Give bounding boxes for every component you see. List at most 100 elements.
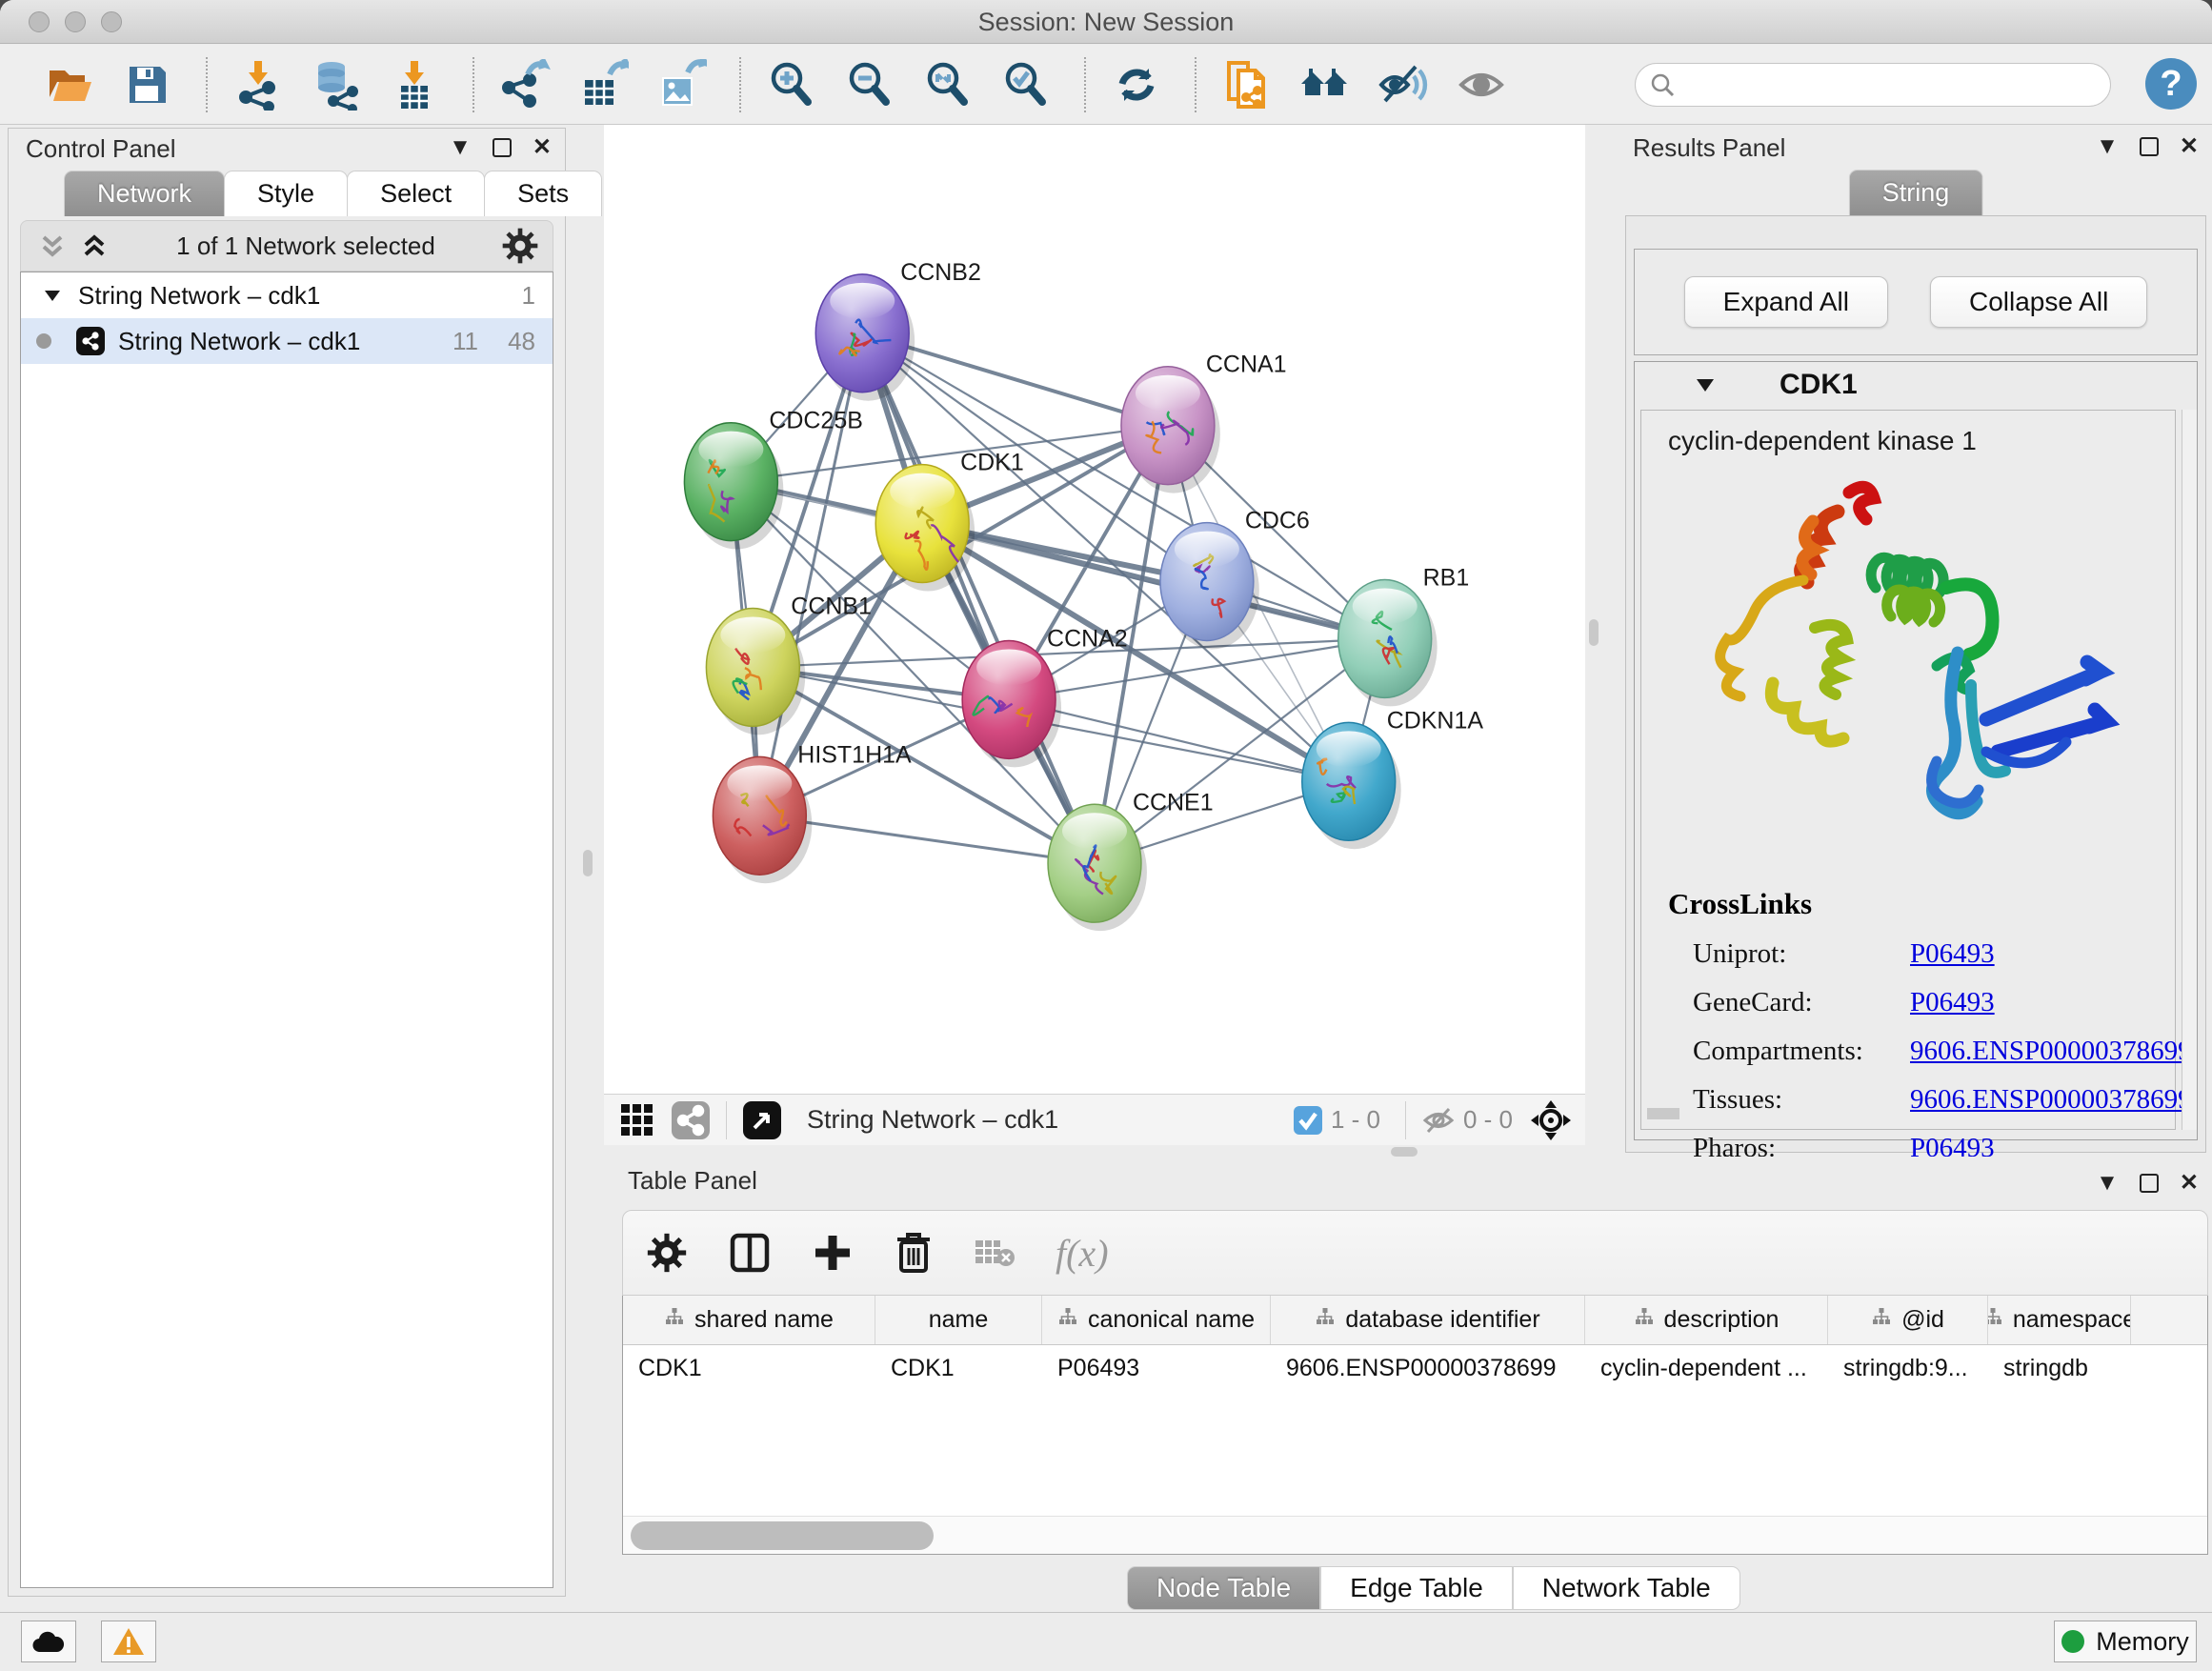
panel-float-icon[interactable]: ▼ <box>2096 135 2119 158</box>
tab-network[interactable]: Network <box>64 171 225 216</box>
export-table-icon[interactable] <box>577 59 629 111</box>
network-row-selected[interactable]: String Network – cdk1 11 48 <box>21 318 553 364</box>
collapse-all-button[interactable]: Collapse All <box>1930 276 2147 328</box>
panel-close-icon[interactable]: ✕ <box>533 136 552 159</box>
crosslink-value-link[interactable]: P06493 <box>1910 938 1995 970</box>
results-vertical-scrollbar[interactable] <box>2182 410 2197 1130</box>
crosslink-value-link[interactable]: P06493 <box>1910 987 1995 1018</box>
tab-sets[interactable]: Sets <box>484 171 602 216</box>
collapse-all-icon[interactable] <box>36 230 69 262</box>
tab-style[interactable]: Style <box>224 171 348 216</box>
search-input[interactable] <box>1676 71 2076 98</box>
create-column-icon[interactable] <box>812 1232 854 1274</box>
network-node-CDC25B[interactable]: CDC25B <box>684 408 862 550</box>
table-cell[interactable]: CDK1 <box>875 1355 1042 1382</box>
zoom-selected-icon[interactable] <box>1000 59 1052 111</box>
network-node-RB1[interactable]: RB1 <box>1338 565 1469 707</box>
eye-signal-icon[interactable] <box>1377 59 1429 111</box>
warnings-button[interactable] <box>101 1621 156 1662</box>
save-session-icon[interactable] <box>122 59 173 111</box>
zoom-in-icon[interactable] <box>766 59 817 111</box>
network-node-CDC6[interactable]: CDC6 <box>1160 508 1310 650</box>
documents-share-icon[interactable] <box>1221 59 1273 111</box>
birdseye-icon[interactable] <box>742 1100 782 1140</box>
network-canvas[interactable]: CCNB2CCNA1CDC25BCDK1CDC6RB1CCNB1CCNA2CDK… <box>604 125 1585 1094</box>
panel-maximize-icon[interactable] <box>493 138 512 157</box>
tab-network-table[interactable]: Network Table <box>1513 1566 1740 1610</box>
help-button[interactable]: ? <box>2145 58 2197 110</box>
column-header--id[interactable]: @id <box>1828 1296 1988 1344</box>
network-node-CCNA2[interactable]: CCNA2 <box>962 625 1128 767</box>
string-results-container: Expand All Collapse All CDK1 cyclin-depe… <box>1625 215 2206 1153</box>
table-cell[interactable]: stringdb <box>1988 1355 2131 1382</box>
left-splitter-handle[interactable] <box>583 850 593 876</box>
refresh-view-icon[interactable] <box>1111 59 1162 111</box>
network-edge-CDK1-RB1[interactable] <box>922 524 1385 639</box>
homes-icon[interactable] <box>1299 59 1351 111</box>
network-node-CCNE1[interactable]: CCNE1 <box>1048 789 1214 931</box>
show-columns-icon[interactable] <box>728 1231 772 1275</box>
memory-label: Memory <box>2096 1627 2189 1657</box>
scrollbar-stub[interactable] <box>1647 1108 1679 1119</box>
table-cell[interactable]: cyclin-dependent ... <box>1585 1355 1828 1382</box>
export-image-icon[interactable] <box>655 59 707 111</box>
panel-float-icon[interactable]: ▼ <box>2096 1172 2119 1195</box>
column-header-canonical-name[interactable]: canonical name <box>1042 1296 1271 1344</box>
import-table-file-icon[interactable] <box>389 59 440 111</box>
grid-view-icon[interactable] <box>619 1102 655 1138</box>
table-horizontal-scrollbar[interactable] <box>623 1516 2207 1554</box>
panel-maximize-icon[interactable] <box>2140 1174 2159 1193</box>
network-edge-CCNB2-CCNE1[interactable] <box>862 333 1095 863</box>
zoom-out-icon[interactable] <box>844 59 895 111</box>
network-node-CCNA1[interactable]: CCNA1 <box>1121 352 1287 493</box>
column-header-database-identifier[interactable]: database identifier <box>1271 1296 1585 1344</box>
zoom-fit-icon[interactable] <box>922 59 974 111</box>
crosslink-value-link[interactable]: 9606.ENSP00000378699 <box>1910 1036 2192 1067</box>
panel-float-icon[interactable]: ▼ <box>449 136 472 159</box>
table-cell[interactable]: P06493 <box>1042 1355 1271 1382</box>
tab-edge-table[interactable]: Edge Table <box>1320 1566 1513 1610</box>
delete-column-icon[interactable] <box>894 1231 934 1275</box>
bottom-splitter-handle[interactable] <box>1391 1147 1418 1157</box>
table-row[interactable]: CDK1CDK1P064939606.ENSP00000378699cyclin… <box>623 1345 2207 1391</box>
table-cell[interactable]: stringdb:9... <box>1828 1355 1988 1382</box>
disclosure-triangle-icon[interactable] <box>42 285 63 306</box>
tab-select[interactable]: Select <box>347 171 485 216</box>
column-header-shared-name[interactable]: shared name <box>623 1296 875 1344</box>
node-label-CDC25B: CDC25B <box>769 408 863 434</box>
eye-icon[interactable] <box>1456 59 1507 111</box>
column-header-description[interactable]: description <box>1585 1296 1828 1344</box>
tab-string[interactable]: String <box>1849 170 1983 215</box>
network-node-CDKN1A[interactable]: CDKN1A <box>1302 707 1484 849</box>
node-table[interactable]: shared namenamecanonical namedatabase id… <box>622 1296 2208 1555</box>
cloud-status-button[interactable] <box>21 1621 76 1662</box>
table-cell[interactable]: CDK1 <box>623 1355 875 1382</box>
navigator-icon[interactable] <box>1530 1099 1572 1141</box>
column-header-name[interactable]: name <box>875 1296 1042 1344</box>
tab-node-table[interactable]: Node Table <box>1127 1566 1320 1610</box>
table-cell[interactable]: 9606.ENSP00000378699 <box>1271 1355 1585 1382</box>
panel-close-icon[interactable]: ✕ <box>2180 1172 2199 1195</box>
network-node-CCNB2[interactable]: CCNB2 <box>815 259 981 401</box>
export-network-icon[interactable] <box>499 59 551 111</box>
right-splitter-handle[interactable] <box>1589 619 1599 646</box>
panel-close-icon[interactable]: ✕ <box>2180 135 2199 158</box>
open-session-icon[interactable] <box>44 59 95 111</box>
import-network-database-icon[interactable] <box>311 59 362 111</box>
column-header-namespace[interactable]: namespace <box>1988 1296 2131 1344</box>
gear-icon[interactable] <box>646 1232 688 1274</box>
scrollbar-thumb[interactable] <box>631 1521 934 1550</box>
panel-maximize-icon[interactable] <box>2140 137 2159 156</box>
network-collection-row[interactable]: String Network – cdk1 1 <box>21 272 553 318</box>
network-node-HIST1H1A[interactable]: HIST1H1A <box>713 741 912 883</box>
import-network-file-icon[interactable] <box>232 59 284 111</box>
crosslink-value-link[interactable]: 9606.ENSP00000378699 <box>1910 1084 2192 1116</box>
disclosure-triangle-icon[interactable] <box>1694 373 1717 396</box>
selected-checkbox-icon[interactable] <box>1293 1105 1323 1136</box>
gear-icon[interactable] <box>501 227 539 265</box>
expand-all-button[interactable]: Expand All <box>1684 276 1888 328</box>
memory-button[interactable]: Memory <box>2054 1621 2197 1662</box>
share-view-icon[interactable] <box>671 1100 711 1140</box>
protein-entry-header[interactable]: CDK1 <box>1635 362 2197 408</box>
expand-all-icon[interactable] <box>78 230 111 262</box>
